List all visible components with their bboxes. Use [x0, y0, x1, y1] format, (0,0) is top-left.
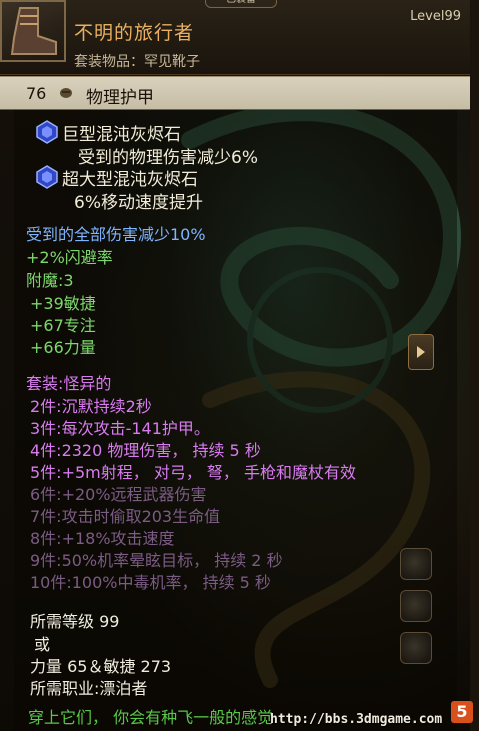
requirement-or: 或 — [34, 635, 51, 654]
set-bonus-inactive: 7件:攻击时偷取203生命值 — [30, 507, 221, 526]
gem-1-name: 巨型混沌灰烬石 — [62, 125, 181, 145]
window-edge — [470, 0, 479, 731]
arrow-right-icon — [417, 346, 425, 358]
set-bonus-active: 4件:2320 物理伤害， 持续 5 秒 — [30, 441, 261, 460]
side-slot-2[interactable] — [400, 590, 432, 622]
set-bonus-inactive: 10件:100%中毒机率， 持续 5 秒 — [30, 573, 271, 592]
gem-2-name: 超大型混沌灰烬石 — [62, 170, 198, 190]
stat-damage-reduction: 受到的全部伤害减少10% — [26, 225, 206, 244]
flavor-text: 穿上它们， 你会有种飞一般的感觉 — [28, 708, 274, 727]
stat-enchant: 附魔:3 — [26, 271, 74, 290]
required-attributes: 力量 65＆敏捷 273 — [30, 657, 172, 676]
item-type: 套装物品：罕见靴子 — [74, 54, 200, 70]
required-level: 所需等级 99 — [30, 612, 120, 631]
item-level: Level99 — [410, 9, 461, 24]
defense-bar: 76 物理护甲 — [0, 76, 470, 110]
stat-strength: +66力量 — [30, 338, 96, 357]
set-bonus-inactive: 6件:+20%远程武器伤害 — [30, 485, 207, 504]
set-bonus-active: 3件:每次攻击-141护甲。 — [30, 419, 210, 438]
scroll-right-button[interactable] — [408, 334, 434, 370]
boot-icon — [0, 0, 66, 62]
armor-fist-icon — [60, 88, 72, 98]
item-tooltip: 已装备 不明的旅行者 套装物品：罕见靴子 Level99 76 物理护甲 — [0, 0, 479, 731]
blue-gem-icon — [36, 165, 58, 189]
stat-agility: +39敏捷 — [30, 294, 96, 313]
item-header: 已装备 不明的旅行者 套装物品：罕见靴子 Level99 — [0, 0, 479, 75]
set-title: 套装:怪异的 — [26, 374, 112, 393]
defense-value: 76 — [26, 84, 47, 103]
set-bonus-inactive: 8件:+18%攻击速度 — [30, 529, 175, 548]
blue-gem-icon — [36, 120, 58, 144]
set-bonus-inactive: 9件:50%机率晕眩目标， 持续 2 秒 — [30, 551, 283, 570]
site-watermark: http://bbs.3dmgame.com — [270, 712, 443, 727]
side-slot-3[interactable] — [400, 632, 432, 664]
defense-label: 物理护甲 — [86, 88, 154, 108]
stat-focus: +67专注 — [30, 316, 96, 335]
set-bonus-active: 2件:沉默持续2秒 — [30, 397, 152, 416]
side-slot-1[interactable] — [400, 548, 432, 580]
required-class: 所需职业:漂泊者 — [30, 679, 148, 698]
set-bonus-active: 5件:+5m射程， 对弓， 弩， 手枪和魔杖有效 — [30, 463, 357, 482]
site-logo: 5 — [451, 701, 473, 723]
equipped-tab[interactable]: 已装备 — [205, 0, 277, 8]
item-name: 不明的旅行者 — [74, 22, 195, 44]
gem-2-effect: 6%移动速度提升 — [74, 193, 203, 213]
stat-dodge: +2%闪避率 — [26, 248, 113, 267]
